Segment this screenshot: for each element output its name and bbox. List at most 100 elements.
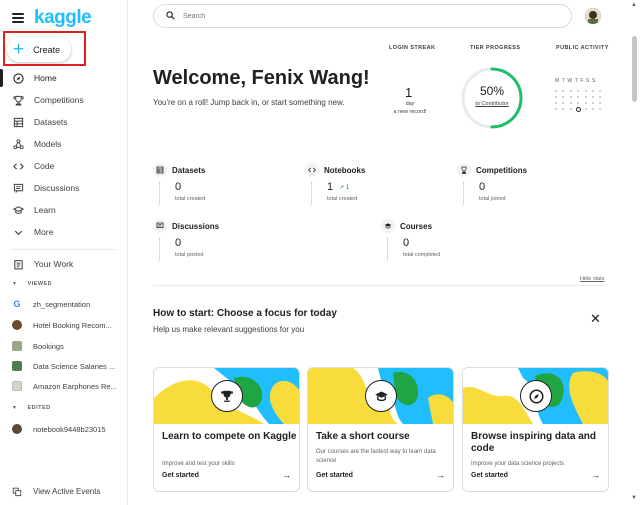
welcome-subtitle: You're on a roll! Jump back in, or start… — [153, 98, 345, 107]
edited-section-label[interactable]: ▼ EDITED — [12, 405, 51, 411]
sidebar-item-code[interactable]: Code — [0, 155, 128, 177]
activity-day-dot — [599, 90, 602, 92]
recent-item[interactable]: Hotel Booking Recom... — [12, 320, 112, 330]
stat-value: 0 — [479, 181, 486, 193]
tier-progress-label: TIER PROGRESS — [470, 45, 521, 51]
user-avatar[interactable] — [585, 8, 601, 24]
stat-datasets[interactable]: Datasets 0 total created — [153, 163, 205, 205]
sidebar-item-learn[interactable]: Learn — [0, 199, 128, 221]
search-icon — [166, 7, 175, 25]
stat-caption: total joined — [479, 196, 506, 202]
stat-discussions[interactable]: Discussions 0 total posted — [153, 219, 219, 261]
stat-title: Datasets — [172, 165, 206, 175]
sidebar-item-competitions[interactable]: Competitions — [0, 89, 128, 111]
discussion-icon — [153, 219, 167, 233]
activity-day-dot — [562, 108, 565, 110]
activity-grid — [555, 90, 607, 112]
recent-item[interactable]: Data Science Salaries ... — [12, 361, 115, 371]
recent-item[interactable]: notebook9448b23015 — [12, 424, 106, 434]
scroll-down-arrow[interactable]: ▼ — [631, 495, 637, 501]
activity-day-dot — [599, 102, 602, 104]
sidebar-item-your-work[interactable]: Your Work — [0, 253, 128, 275]
sidebar-item-datasets[interactable]: Datasets — [0, 111, 128, 133]
login-streak-note: a new record! — [393, 108, 427, 115]
stat-courses[interactable]: Courses 0 total completed — [381, 219, 440, 261]
graduation-cap-icon — [381, 219, 395, 233]
activity-day-dot — [591, 108, 594, 110]
table-icon — [153, 163, 167, 177]
recent-item[interactable]: G zh_segmentation — [12, 299, 90, 309]
stat-notebooks[interactable]: Notebooks 1 ↗ 1 total created — [305, 163, 365, 205]
kaggle-logo[interactable]: kaggle — [34, 7, 92, 29]
get-started-link[interactable]: Get started — [316, 472, 353, 479]
arrow-right-icon[interactable]: → — [436, 470, 445, 480]
card-title: Take a short course — [316, 431, 410, 442]
card-title: Browse inspiring data and code — [471, 431, 597, 454]
search-input[interactable] — [183, 12, 483, 20]
code-icon — [12, 160, 24, 172]
activity-day-dot — [555, 102, 557, 104]
close-icon[interactable]: ✕ — [590, 312, 601, 325]
compass-icon — [520, 380, 552, 412]
viewed-section-label[interactable]: ▼ VIEWED — [12, 281, 52, 287]
welcome-title: Welcome, Fenix Wang! — [153, 67, 370, 89]
activity-day-labels: MTWTFSS — [555, 78, 598, 84]
activity-day-dot — [577, 102, 580, 104]
hamburger-menu-icon[interactable] — [12, 13, 24, 23]
view-active-events-link[interactable]: View Active Events — [12, 486, 100, 496]
focus-card-course[interactable]: Take a short course Our courses are the … — [307, 367, 454, 492]
activity-day-dot — [591, 96, 594, 98]
sidebar-item-models[interactable]: Models — [0, 133, 128, 155]
activity-day-dot — [569, 90, 572, 92]
sidebar-item-label: Learn — [34, 205, 56, 215]
activity-day-dot — [584, 108, 587, 110]
stat-caption: total created — [327, 196, 358, 202]
stat-value: 0 — [175, 237, 182, 249]
scrollbar-thumb[interactable] — [632, 36, 637, 102]
stat-title: Courses — [400, 221, 433, 231]
header-left: kaggle — [12, 7, 92, 29]
activity-day-dot — [562, 96, 565, 98]
tier-progress-ring — [461, 67, 523, 129]
sidebar-nav: Home Competitions Datasets Models Code D… — [0, 67, 128, 243]
sidebar-item-discussions[interactable]: Discussions — [0, 177, 128, 199]
activity-day-dot — [555, 90, 557, 92]
sidebar-item-label: Discussions — [34, 183, 80, 193]
activity-day-dot — [584, 102, 587, 104]
recent-item[interactable]: Bookings — [12, 341, 64, 351]
get-started-link[interactable]: Get started — [471, 472, 508, 479]
activity-day-dot — [599, 108, 602, 110]
focus-card-compete[interactable]: Learn to compete on Kaggle Improve and t… — [153, 367, 300, 492]
scroll-up-arrow[interactable]: ▲ — [631, 2, 637, 8]
hide-stats-link[interactable]: Hide stats — [580, 276, 604, 282]
stat-value: 0 — [175, 181, 182, 193]
get-started-link[interactable]: Get started — [162, 472, 199, 479]
activity-day-dot — [577, 90, 580, 92]
focus-card-browse[interactable]: Browse inspiring data and code Improve y… — [462, 367, 609, 492]
recent-item[interactable]: Amazon Earphones Re... — [12, 381, 117, 391]
sidebar-item-label: Models — [34, 139, 62, 149]
chevron-down-icon — [12, 226, 24, 238]
sidebar-item-home[interactable]: Home — [0, 67, 128, 89]
dataset-thumbnail-icon — [12, 341, 22, 351]
create-button[interactable]: + Create — [7, 37, 71, 62]
login-streak-unit: day — [405, 101, 415, 107]
arrow-right-icon[interactable]: → — [591, 470, 600, 480]
stat-value: 0 — [403, 237, 410, 249]
activity-day-dot — [569, 96, 572, 98]
card-description: Our courses are the fastest way to learn… — [316, 449, 436, 464]
tier-progress-target[interactable]: to Contributor — [460, 101, 524, 107]
how-to-start-title: How to start: Choose a focus for today — [153, 308, 337, 319]
login-streak-caption: day a new record! — [380, 101, 440, 116]
activity-day-dot — [584, 96, 587, 98]
activity-day-dot — [562, 90, 565, 92]
arrow-right-icon[interactable]: → — [282, 470, 291, 480]
create-label: Create — [33, 44, 61, 55]
trophy-icon — [12, 94, 24, 106]
sidebar-item-more[interactable]: More — [0, 221, 128, 243]
sidebar-divider — [10, 249, 116, 250]
sidebar-item-label: More — [34, 227, 54, 237]
search-bar[interactable] — [153, 4, 572, 28]
activity-day-dot — [591, 102, 594, 104]
stat-competitions[interactable]: Competitions 0 total joined — [457, 163, 527, 205]
